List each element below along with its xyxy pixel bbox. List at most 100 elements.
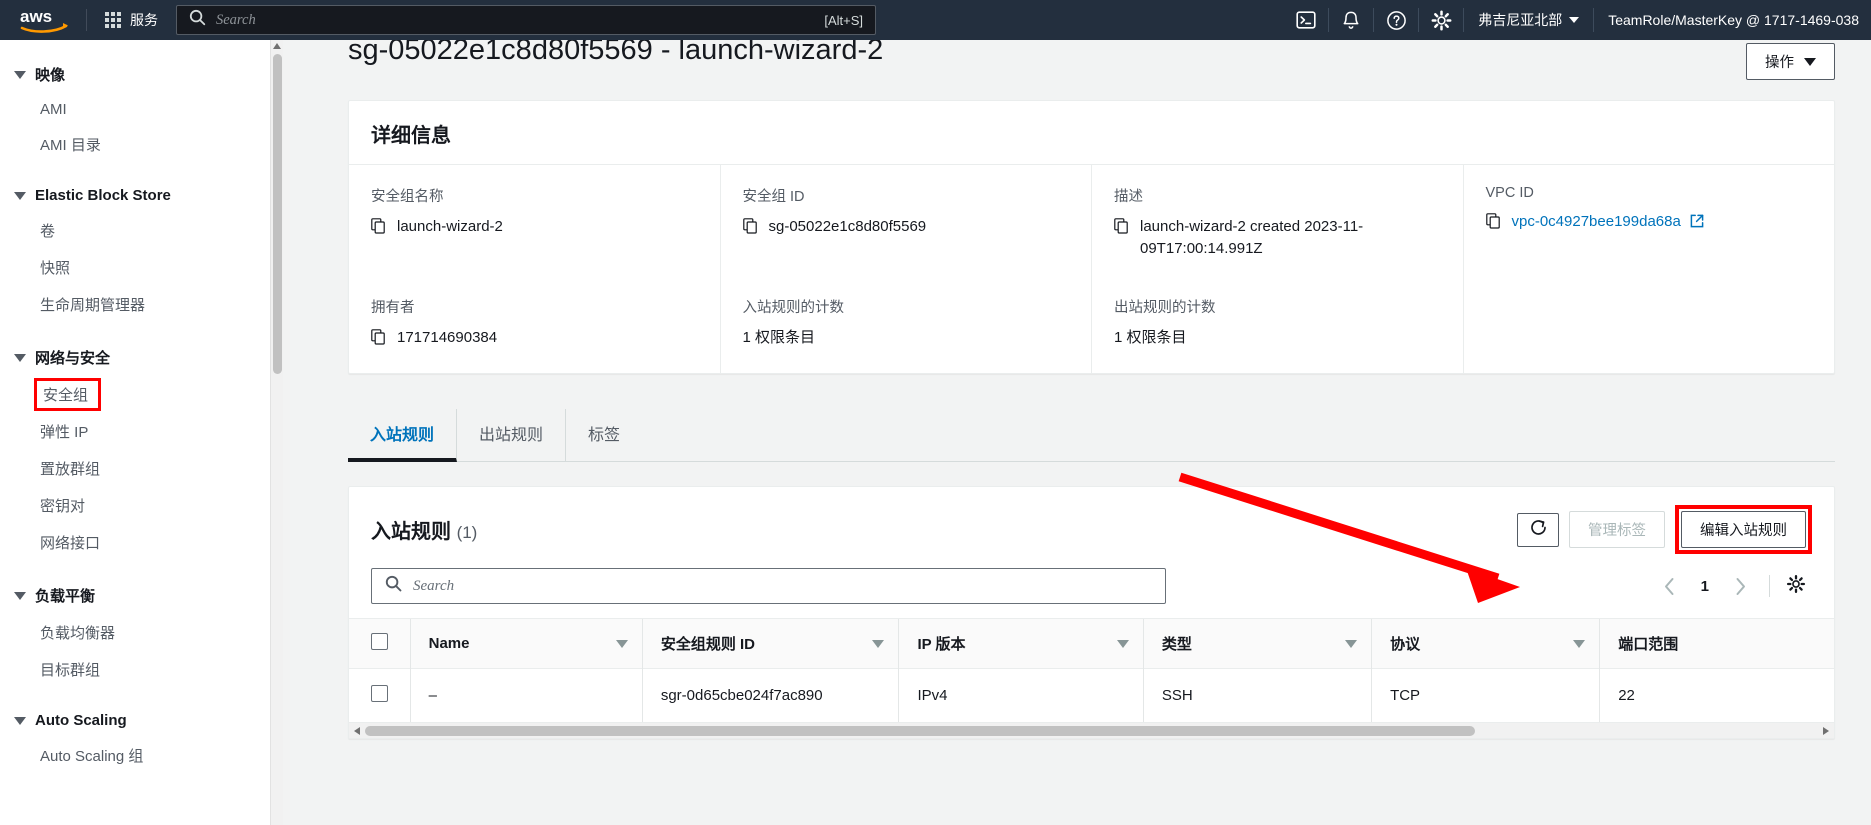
sidebar-scrollbar-thumb[interactable]	[273, 54, 282, 374]
table-scrollbar-thumb[interactable]	[365, 726, 1475, 737]
pagination-controls: 1	[1653, 570, 1812, 602]
sidebar-item-placement-groups[interactable]: 置放群组	[0, 450, 282, 487]
top-navigation-bar: aws 服务 Search [Alt+S] 弗吉尼亚北部 TeamRole/Ma…	[0, 0, 1871, 40]
inbound-rules-panel-header: 入站规则 (1) 管理标签 编辑入站规则	[349, 487, 1834, 564]
copy-icon[interactable]	[1114, 218, 1129, 241]
copy-icon[interactable]	[742, 218, 758, 241]
sidebar-item-snapshots[interactable]: 快照	[0, 249, 282, 286]
pagination-divider	[1769, 575, 1770, 598]
actions-button[interactable]: 操作	[1746, 43, 1835, 80]
column-header-label: 安全组规则 ID	[660, 636, 755, 654]
pagination-previous-button[interactable]	[1653, 570, 1687, 602]
sidebar-item-security-groups[interactable]: 安全组	[34, 378, 102, 411]
help-question-icon[interactable]	[1374, 0, 1418, 40]
select-all-header	[349, 618, 411, 669]
sidebar-group-images: 映像 AMI AMI 目录	[0, 56, 282, 163]
select-all-checkbox[interactable]	[371, 633, 388, 651]
cell-protocol: TCP	[1371, 668, 1600, 723]
global-search-box[interactable]: Search [Alt+S]	[176, 5, 876, 35]
sidebar-item-elastic-ips[interactable]: 弹性 IP	[0, 413, 282, 450]
sort-descending-icon[interactable]	[1345, 639, 1358, 648]
rules-search-input[interactable]: Search	[371, 568, 1166, 605]
table-preferences-button[interactable]	[1782, 574, 1812, 599]
inbound-rules-actions: 管理标签 编辑入站规则	[1517, 505, 1812, 555]
detail-value: 171714690384	[397, 328, 498, 346]
copy-icon[interactable]	[1485, 213, 1501, 236]
sidebar-item-volumes[interactable]: 卷	[0, 212, 282, 249]
column-header-protocol[interactable]: 协议	[1371, 618, 1600, 669]
edit-inbound-rules-button[interactable]: 编辑入站规则	[1681, 511, 1806, 549]
actions-button-label: 操作	[1765, 55, 1794, 71]
column-header-label: 协议	[1390, 636, 1421, 654]
scroll-right-arrow-icon[interactable]	[1823, 727, 1829, 736]
detail-field-security-group-name: 安全组名称 launch-wizard-2	[349, 165, 721, 280]
sidebar-item-load-balancers[interactable]: 负载均衡器	[0, 614, 282, 651]
sort-descending-icon[interactable]	[1573, 639, 1586, 648]
detail-field-outbound-rules-count: 出站规则的计数 1 权限条目	[1092, 279, 1464, 374]
sidebar-item-ami-catalog[interactable]: AMI 目录	[0, 126, 282, 163]
detail-value: sg-05022e1c8d80f5569	[768, 218, 927, 235]
scroll-up-arrow-icon[interactable]	[273, 43, 281, 49]
pagination-page-1[interactable]: 1	[1691, 578, 1719, 595]
refresh-button[interactable]	[1517, 512, 1559, 547]
sidebar-group-load-balancing: 负载平衡 负载均衡器 目标群组	[0, 577, 282, 688]
row-checkbox[interactable]	[371, 685, 388, 703]
sidebar-group-title: 映像	[35, 67, 66, 84]
cloudshell-icon[interactable]	[1284, 0, 1328, 40]
details-row-2: 拥有者 171714690384 入站规则的计数 1 权限条目 出站规则的计数	[349, 279, 1834, 374]
sidebar-gap-4	[0, 692, 282, 704]
column-header-label: Name	[428, 635, 470, 653]
sidebar-item-key-pairs[interactable]: 密钥对	[0, 487, 282, 524]
column-header-type[interactable]: 类型	[1142, 618, 1372, 669]
region-selector[interactable]: 弗吉尼亚北部	[1464, 10, 1593, 30]
sidebar-group-header-ebs[interactable]: Elastic Block Store	[0, 179, 282, 212]
sidebar-group-header-network-security[interactable]: 网络与安全	[0, 339, 282, 376]
sidebar-item-auto-scaling-groups[interactable]: Auto Scaling 组	[0, 737, 282, 774]
sidebar-item-ami[interactable]: AMI	[0, 93, 282, 126]
sort-descending-icon[interactable]	[872, 639, 885, 648]
sidebar-scrollbar[interactable]	[270, 40, 283, 825]
pagination-next-button[interactable]	[1723, 570, 1757, 602]
sidebar-group-title: 网络与安全	[35, 350, 111, 367]
sort-descending-icon[interactable]	[1116, 639, 1129, 648]
copy-icon[interactable]	[371, 218, 386, 241]
sidebar-group-header-auto-scaling[interactable]: Auto Scaling	[0, 704, 282, 737]
tab-inbound-rules[interactable]: 入站规则	[348, 409, 458, 463]
cell-ip-version-text: IPv4	[917, 687, 948, 705]
sidebar-group-header-images[interactable]: 映像	[0, 56, 282, 93]
tab-outbound-rules[interactable]: 出站规则	[457, 409, 567, 463]
sidebar-group-header-load-balancing[interactable]: 负载平衡	[0, 577, 282, 614]
sidebar-item-lifecycle-manager[interactable]: 生命周期管理器	[0, 286, 282, 323]
column-header-label: 类型	[1161, 636, 1192, 654]
table-horizontal-scrollbar[interactable]	[349, 722, 1834, 739]
table-row[interactable]: – sgr-0d65cbe024f7ac890 IPv4 SSH TCP 22	[349, 668, 1834, 723]
scroll-left-arrow-icon[interactable]	[354, 727, 360, 736]
main-content-area: sg-05022e1c8d80f5569 - launch-wizard-2 操…	[284, 40, 1871, 825]
settings-gear-icon[interactable]	[1419, 0, 1463, 40]
sidebar-group-title: Auto Scaling	[35, 712, 127, 729]
notifications-bell-icon[interactable]	[1329, 0, 1373, 40]
column-header-name[interactable]: Name	[409, 618, 643, 669]
cell-rule-id-text: sgr-0d65cbe024f7ac890	[660, 687, 823, 705]
account-menu[interactable]: TeamRole/MasterKey @ 1717-1469-038	[1594, 12, 1871, 28]
aws-logo[interactable]: aws	[14, 7, 78, 33]
column-header-rule-id[interactable]: 安全组规则 ID	[641, 618, 899, 669]
inbound-rules-title-text: 入站规则	[371, 521, 451, 544]
sort-descending-icon[interactable]	[615, 639, 628, 648]
rules-search-placeholder: Search	[413, 577, 455, 594]
detail-field-description: 描述 launch-wizard-2 created 2023-11-09T17…	[1092, 165, 1464, 280]
column-header-ip-version[interactable]: IP 版本	[898, 618, 1144, 669]
services-grid-icon[interactable]	[105, 12, 121, 28]
details-row-1: 安全组名称 launch-wizard-2 安全组 ID sg-05022e1c…	[349, 165, 1834, 280]
detail-value-wrapper: sg-05022e1c8d80f5569	[742, 216, 1070, 241]
services-menu-button[interactable]: 服务	[130, 10, 158, 30]
vpc-id-link[interactable]: vpc-0c4927bee199da68a	[1512, 213, 1681, 230]
column-header-port-range[interactable]: 端口范围	[1599, 618, 1834, 669]
sidebar-group-title: 负载平衡	[35, 588, 96, 605]
triangle-down-icon	[14, 70, 26, 79]
sidebar-item-target-groups[interactable]: 目标群组	[0, 651, 282, 688]
copy-icon[interactable]	[371, 328, 386, 352]
tab-tags[interactable]: 标签	[566, 409, 642, 462]
details-card-heading: 详细信息	[349, 101, 1834, 165]
sidebar-item-network-interfaces[interactable]: 网络接口	[0, 524, 282, 561]
